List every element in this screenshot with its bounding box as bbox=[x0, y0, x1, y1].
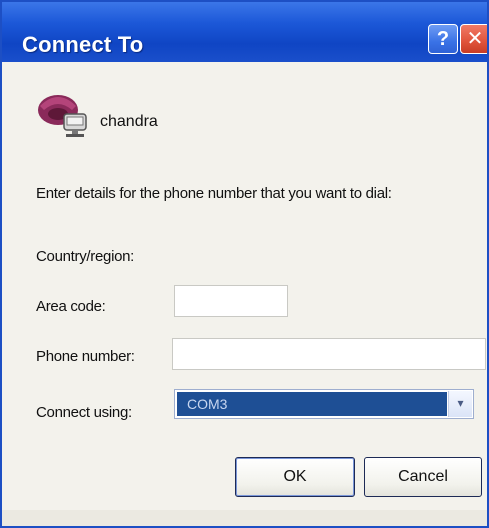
cancel-button[interactable]: Cancel bbox=[364, 457, 482, 497]
ok-button[interactable]: OK bbox=[235, 457, 355, 497]
connect-using-dropdown[interactable]: COM3 ▾ bbox=[174, 389, 474, 419]
help-icon: ? bbox=[436, 28, 450, 50]
instructions-text: Enter details for the phone number that … bbox=[36, 185, 392, 202]
connect-using-label: Connect using: bbox=[36, 404, 132, 421]
dialog-bottom-edge bbox=[2, 510, 487, 526]
help-button[interactable]: ? bbox=[428, 24, 458, 54]
country-label: Country/region: bbox=[36, 248, 135, 265]
chevron-down-icon[interactable]: ▾ bbox=[448, 391, 472, 417]
title-bar[interactable]: Connect To ? ✕ bbox=[2, 2, 487, 62]
country-select[interactable] bbox=[170, 236, 472, 266]
connection-name: chandra bbox=[100, 113, 158, 130]
connect-using-value: COM3 bbox=[177, 392, 447, 416]
close-button[interactable]: ✕ bbox=[460, 24, 487, 54]
area-code-label: Area code: bbox=[36, 298, 106, 315]
phone-number-label: Phone number: bbox=[36, 348, 135, 365]
close-icon: ✕ bbox=[466, 28, 484, 50]
phone-connection-icon bbox=[38, 95, 87, 137]
area-code-input[interactable] bbox=[174, 285, 288, 317]
window-title: Connect To bbox=[22, 32, 144, 57]
connect-to-dialog: Connect To ? ✕ chandra Enter details for… bbox=[0, 0, 489, 528]
phone-number-input[interactable] bbox=[172, 338, 486, 370]
